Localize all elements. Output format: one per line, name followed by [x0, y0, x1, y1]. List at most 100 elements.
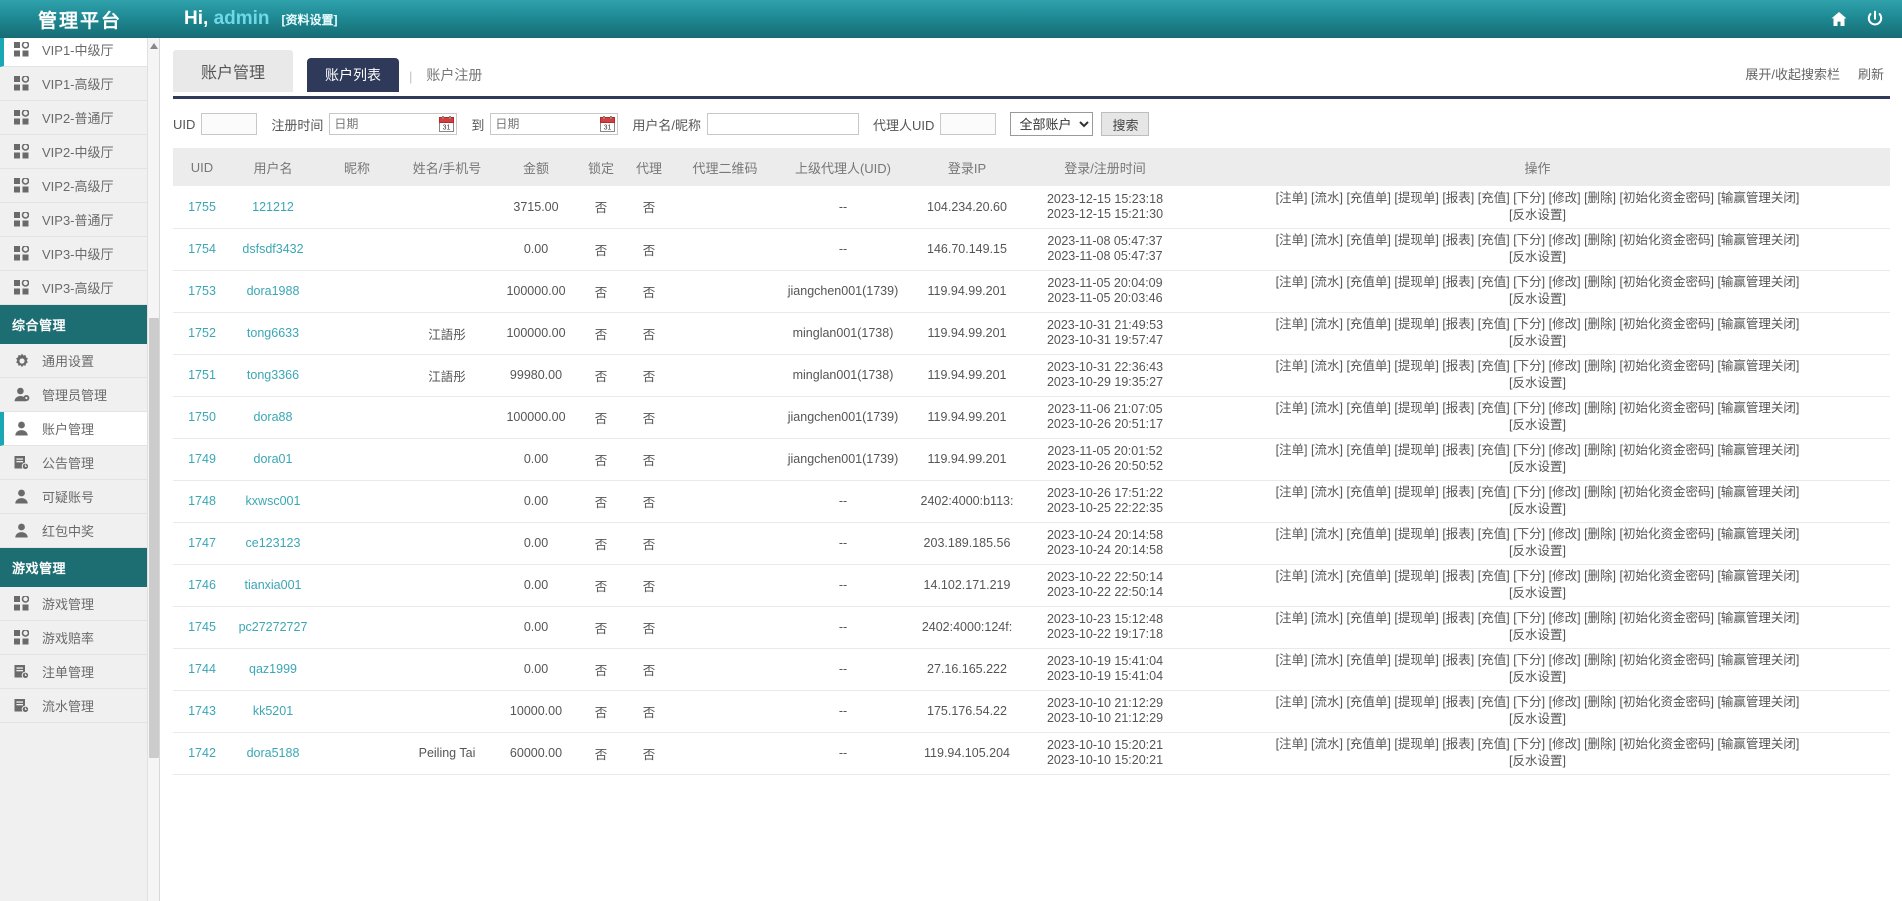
sidebar-item-17[interactable]: 游戏管理 — [0, 587, 160, 621]
cell-uid[interactable]: 1746 — [173, 564, 231, 606]
action-link[interactable]: [初始化资金密码] — [1620, 191, 1714, 205]
action-link[interactable]: [流水] — [1311, 359, 1343, 373]
action-link[interactable]: [充值] — [1478, 233, 1510, 247]
cell-uid[interactable]: 1749 — [173, 438, 231, 480]
action-link[interactable]: [初始化资金密码] — [1620, 359, 1714, 373]
cell-username-link[interactable]: kxwsc001 — [246, 494, 301, 508]
action-link[interactable]: [充值单] — [1346, 485, 1390, 499]
cell-uid[interactable]: 1748 — [173, 480, 231, 522]
action-link[interactable]: [报表] — [1442, 569, 1474, 583]
action-link[interactable]: [报表] — [1442, 401, 1474, 415]
action-link[interactable]: [下分] — [1513, 191, 1545, 205]
action-link[interactable]: [下分] — [1513, 443, 1545, 457]
sidebar-scrollbar-thumb[interactable] — [149, 318, 159, 758]
action-link[interactable]: [删除] — [1584, 233, 1616, 247]
action-link[interactable]: [提现单] — [1394, 485, 1438, 499]
sidebar-item-20[interactable]: 流水管理 — [0, 689, 160, 723]
action-link[interactable]: [输赢管理关闭] — [1717, 737, 1799, 751]
cell-username-link[interactable]: dora1988 — [247, 284, 300, 298]
action-link[interactable]: [注单] — [1276, 191, 1308, 205]
action-link[interactable]: [输赢管理关闭] — [1717, 527, 1799, 541]
date-to-input[interactable] — [490, 113, 618, 135]
action-link[interactable]: [删除] — [1584, 401, 1616, 415]
action-link[interactable]: [删除] — [1584, 443, 1616, 457]
action-link[interactable]: [充值单] — [1346, 737, 1390, 751]
cell-uid[interactable]: 1753 — [173, 270, 231, 312]
action-link[interactable]: [注单] — [1276, 485, 1308, 499]
action-link[interactable]: [下分] — [1513, 695, 1545, 709]
action-link[interactable]: [流水] — [1311, 275, 1343, 289]
cell-uid[interactable]: 1745 — [173, 606, 231, 648]
action-link[interactable]: [流水] — [1311, 191, 1343, 205]
action-link[interactable]: [删除] — [1584, 275, 1616, 289]
sidebar-item-11[interactable]: 管理员管理 — [0, 378, 160, 412]
cell-username[interactable]: pc27272727 — [231, 606, 315, 648]
cell-uid[interactable]: 1744 — [173, 648, 231, 690]
cell-uid[interactable]: 1750 — [173, 396, 231, 438]
cell-uid[interactable]: 1752 — [173, 312, 231, 354]
action-link[interactable]: [反水设置] — [1509, 208, 1566, 222]
cell-uid-link[interactable]: 1744 — [188, 662, 216, 676]
cell-username[interactable]: dora5188 — [231, 732, 315, 774]
action-link[interactable]: [充值单] — [1346, 653, 1390, 667]
action-link[interactable]: [输赢管理关闭] — [1717, 401, 1799, 415]
cell-username-link[interactable]: dora5188 — [247, 746, 300, 760]
action-link[interactable]: [流水] — [1311, 485, 1343, 499]
action-link[interactable]: [注单] — [1276, 233, 1308, 247]
agent-uid-input[interactable] — [940, 113, 996, 135]
action-link[interactable]: [充值单] — [1346, 191, 1390, 205]
action-link[interactable]: [初始化资金密码] — [1620, 737, 1714, 751]
action-link[interactable]: [充值] — [1478, 569, 1510, 583]
action-link[interactable]: [初始化资金密码] — [1620, 569, 1714, 583]
action-link[interactable]: [删除] — [1584, 695, 1616, 709]
action-link[interactable]: [充值] — [1478, 359, 1510, 373]
action-link[interactable]: [修改] — [1549, 191, 1581, 205]
action-link[interactable]: [注单] — [1276, 275, 1308, 289]
cell-username-link[interactable]: dsfsdf3432 — [242, 242, 303, 256]
action-link[interactable]: [充值] — [1478, 443, 1510, 457]
action-link[interactable]: [下分] — [1513, 233, 1545, 247]
action-link[interactable]: [删除] — [1584, 737, 1616, 751]
action-link[interactable]: [报表] — [1442, 191, 1474, 205]
action-link[interactable]: [修改] — [1549, 737, 1581, 751]
action-link[interactable]: [反水设置] — [1509, 670, 1566, 684]
sidebar-item-13[interactable]: 公告管理 — [0, 446, 160, 480]
action-link[interactable]: [流水] — [1311, 569, 1343, 583]
uid-input[interactable] — [201, 113, 257, 135]
action-link[interactable]: [反水设置] — [1509, 418, 1566, 432]
action-link[interactable]: [充值单] — [1346, 275, 1390, 289]
action-link[interactable]: [充值] — [1478, 401, 1510, 415]
action-link[interactable]: [注单] — [1276, 611, 1308, 625]
date-from-input[interactable] — [329, 113, 457, 135]
cell-username-link[interactable]: ce123123 — [246, 536, 301, 550]
cell-username-link[interactable]: tong3366 — [247, 368, 299, 382]
action-link[interactable]: [注单] — [1276, 695, 1308, 709]
search-button[interactable]: 搜索 — [1101, 112, 1149, 136]
action-link[interactable]: [报表] — [1442, 695, 1474, 709]
sidebar-item-12[interactable]: 账户管理 — [0, 412, 160, 446]
action-link[interactable]: [下分] — [1513, 485, 1545, 499]
power-icon[interactable] — [1866, 10, 1884, 28]
action-link[interactable]: [充值单] — [1346, 233, 1390, 247]
action-link[interactable]: [初始化资金密码] — [1620, 653, 1714, 667]
action-link[interactable]: [修改] — [1549, 695, 1581, 709]
action-link[interactable]: [修改] — [1549, 275, 1581, 289]
action-link[interactable]: [流水] — [1311, 653, 1343, 667]
action-link[interactable]: [初始化资金密码] — [1620, 695, 1714, 709]
tab-account-list[interactable]: 账户列表 — [307, 58, 399, 92]
action-link[interactable]: [流水] — [1311, 737, 1343, 751]
cell-uid-link[interactable]: 1753 — [188, 284, 216, 298]
action-link[interactable]: [修改] — [1549, 485, 1581, 499]
action-link[interactable]: [充值单] — [1346, 611, 1390, 625]
action-link[interactable]: [下分] — [1513, 611, 1545, 625]
action-link[interactable]: [初始化资金密码] — [1620, 233, 1714, 247]
action-link[interactable]: [流水] — [1311, 317, 1343, 331]
sidebar-item-7[interactable]: VIP3-中级厅 — [0, 237, 160, 271]
action-link[interactable]: [反水设置] — [1509, 628, 1566, 642]
cell-username-link[interactable]: tong6633 — [247, 326, 299, 340]
action-link[interactable]: [反水设置] — [1509, 250, 1566, 264]
action-link[interactable]: [下分] — [1513, 569, 1545, 583]
action-link[interactable]: [提现单] — [1394, 527, 1438, 541]
action-link[interactable]: [删除] — [1584, 527, 1616, 541]
action-link[interactable]: [修改] — [1549, 569, 1581, 583]
